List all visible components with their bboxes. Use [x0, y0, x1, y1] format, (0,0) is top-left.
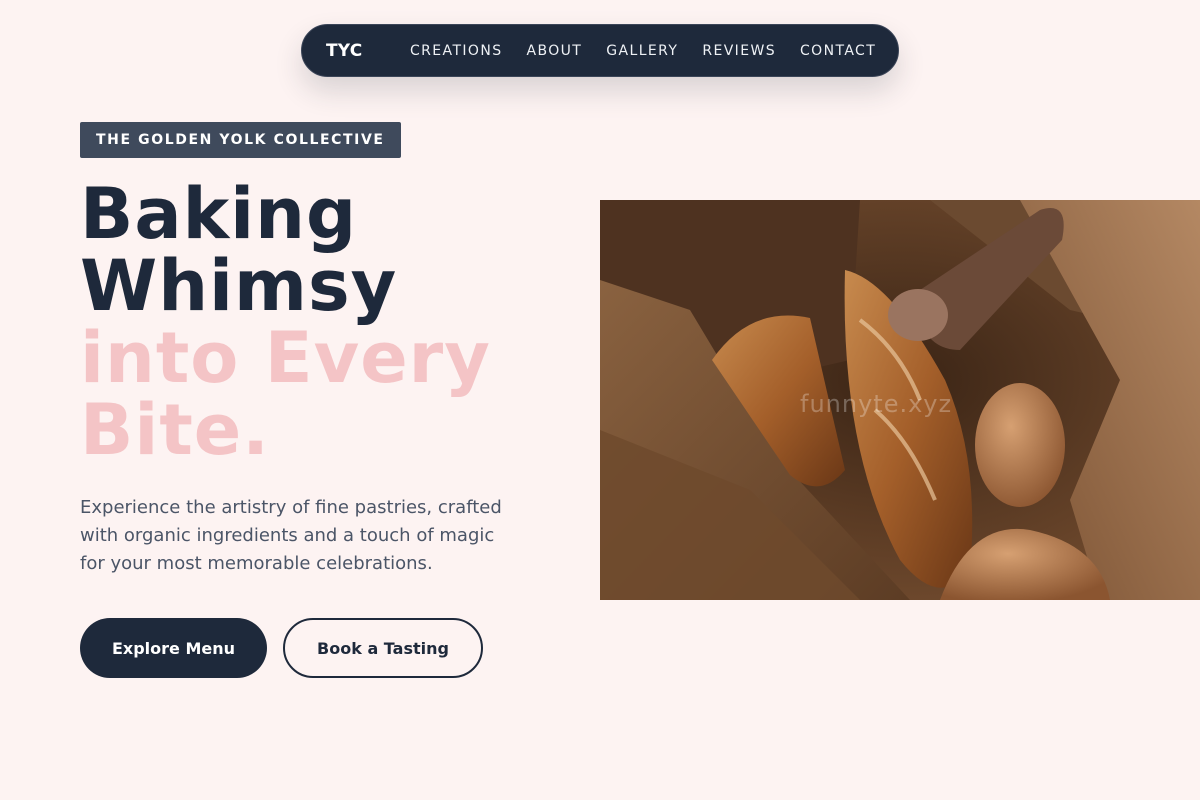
nav-link-contact[interactable]: CONTACT: [800, 43, 876, 59]
explore-menu-button[interactable]: Explore Menu: [80, 618, 267, 678]
nav-link-reviews[interactable]: REVIEWS: [702, 43, 776, 59]
headline-line-4: Bite.: [80, 389, 270, 471]
hero-bread-image: funnyte.xyz: [600, 200, 1200, 600]
headline-line-3: into Every: [80, 317, 491, 399]
nav-link-creations[interactable]: CREATIONS: [410, 43, 503, 59]
nav-link-gallery[interactable]: GALLERY: [606, 43, 678, 59]
image-watermark: funnyte.xyz: [800, 390, 953, 418]
headline-line-2: Whimsy: [80, 245, 398, 327]
nav-link-about[interactable]: ABOUT: [527, 43, 583, 59]
brand-logo[interactable]: TYC: [326, 41, 410, 61]
headline-line-1: Baking: [80, 173, 358, 255]
eyebrow-badge: THE GOLDEN YOLK COLLECTIVE: [80, 122, 401, 158]
page: TYC CREATIONS ABOUT GALLERY REVIEWS CONT…: [0, 0, 1200, 800]
hero-subtitle: Experience the artistry of fine pastries…: [80, 497, 502, 574]
hero-headline: Baking Whimsy into Every Bite.: [80, 178, 491, 466]
book-tasting-button[interactable]: Book a Tasting: [283, 618, 483, 678]
nav-links: CREATIONS ABOUT GALLERY REVIEWS CONTACT: [410, 43, 876, 59]
top-navigation: TYC CREATIONS ABOUT GALLERY REVIEWS CONT…: [301, 24, 899, 77]
